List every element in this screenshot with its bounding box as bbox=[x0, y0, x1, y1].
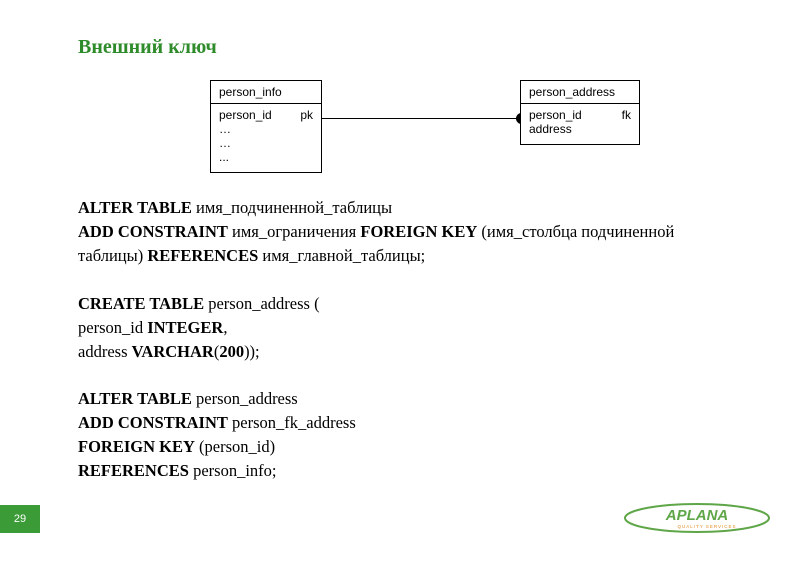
entity-row: … bbox=[219, 136, 313, 150]
code-line: ALTER TABLE person_address bbox=[78, 387, 722, 411]
entity-row: ... bbox=[219, 150, 313, 164]
code-line: ADD CONSTRAINT person_fk_address bbox=[78, 411, 722, 435]
slide: Внешний ключ person_info person_id pk … … bbox=[0, 0, 800, 565]
entity-header: person_info bbox=[211, 81, 321, 104]
code-line: ADD CONSTRAINT имя_ограничения FOREIGN K… bbox=[78, 220, 722, 244]
entity-row: person_id fk bbox=[529, 108, 631, 122]
col-name: … bbox=[219, 136, 231, 150]
page-number-badge: 29 bbox=[0, 505, 40, 533]
code-blank bbox=[78, 363, 722, 387]
entity-row: … bbox=[219, 122, 313, 136]
code-line: address VARCHAR(200)); bbox=[78, 340, 722, 364]
aplana-logo: APLANA QUALITY SERVICES bbox=[622, 501, 772, 535]
entity-body: person_id pk … … ... bbox=[211, 104, 321, 172]
col-name: address bbox=[529, 122, 572, 136]
slide-title: Внешний ключ bbox=[78, 36, 217, 59]
entity-person-info: person_info person_id pk … … ... bbox=[210, 80, 322, 173]
code-line: FOREIGN KEY (person_id) bbox=[78, 435, 722, 459]
col-name: ... bbox=[219, 150, 229, 164]
entity-body: person_id fk address bbox=[521, 104, 639, 144]
code-line: таблицы) REFERENCES имя_главной_таблицы; bbox=[78, 244, 722, 268]
er-diagram: person_info person_id pk … … ... per bbox=[210, 80, 640, 170]
code-line: ALTER TABLE имя_подчиненной_таблицы bbox=[78, 196, 722, 220]
code-blank bbox=[78, 268, 722, 292]
relationship-line bbox=[322, 118, 520, 119]
entity-person-address: person_address person_id fk address bbox=[520, 80, 640, 145]
col-key: pk bbox=[300, 108, 313, 122]
code-line: person_id INTEGER, bbox=[78, 316, 722, 340]
col-name: … bbox=[219, 122, 231, 136]
entity-row: person_id pk bbox=[219, 108, 313, 122]
logo-text: APLANA bbox=[665, 507, 729, 524]
col-name: person_id bbox=[529, 108, 582, 122]
sql-code-block: ALTER TABLE имя_подчиненной_таблицы ADD … bbox=[78, 196, 722, 483]
col-key: fk bbox=[622, 108, 631, 122]
entity-row: address bbox=[529, 122, 631, 136]
logo-subtext: QUALITY SERVICES bbox=[677, 524, 736, 529]
col-name: person_id bbox=[219, 108, 272, 122]
code-line: CREATE TABLE person_address ( bbox=[78, 292, 722, 316]
entity-header: person_address bbox=[521, 81, 639, 104]
code-line: REFERENCES person_info; bbox=[78, 459, 722, 483]
